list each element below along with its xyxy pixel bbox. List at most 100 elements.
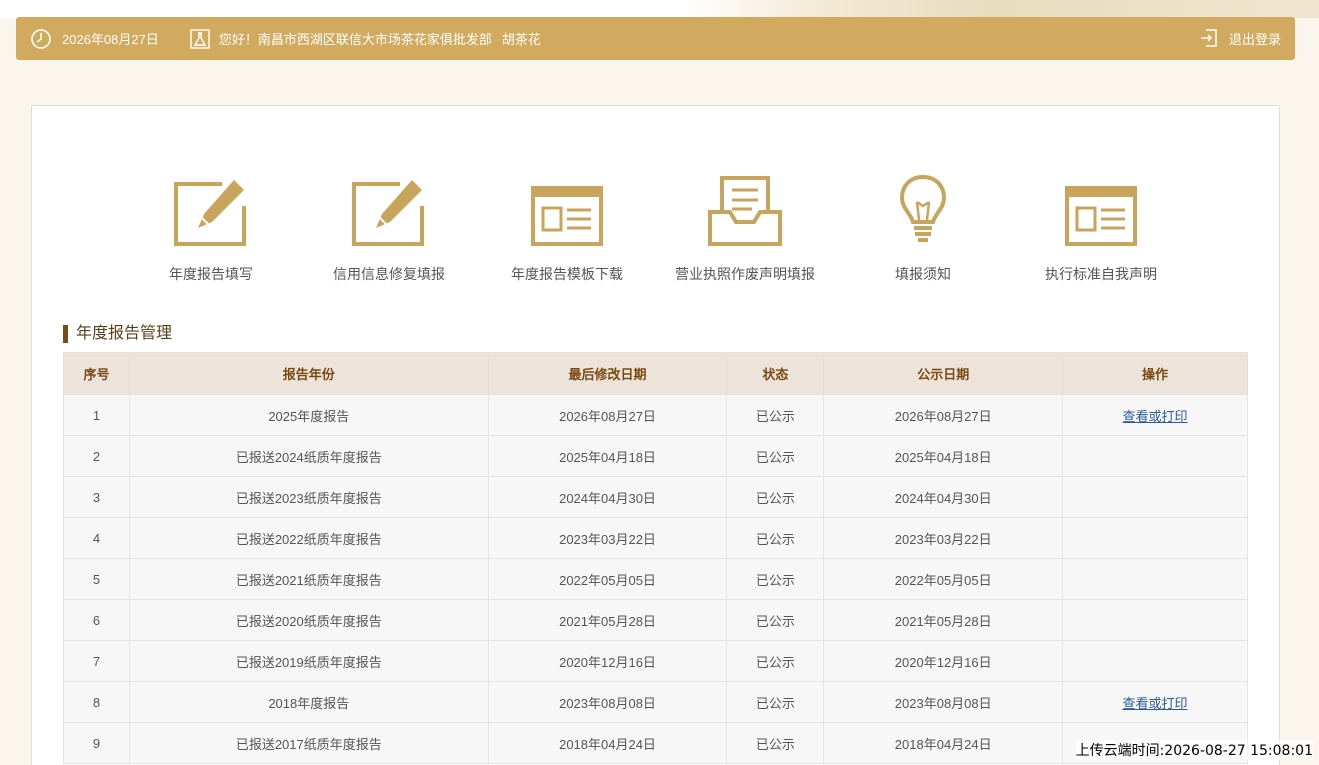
action-cell xyxy=(1062,435,1248,477)
status: 已公示 xyxy=(726,722,825,764)
column-header: 序号 xyxy=(63,352,130,395)
action-cell xyxy=(1062,517,1248,559)
background-decoration xyxy=(0,0,1319,18)
column-header: 状态 xyxy=(726,352,825,395)
status: 已公示 xyxy=(726,640,825,682)
row-number: 5 xyxy=(63,558,130,600)
table-row: 7 已报送2019纸质年度报告 2020年12月16日 已公示 2020年12月… xyxy=(63,640,1248,682)
table-row: 8 2018年度报告 2023年08月08日 已公示 2023年08月08日 查… xyxy=(63,681,1248,723)
report-year: 2018年度报告 xyxy=(128,681,489,723)
menu-label: 信用信息修复填报 xyxy=(333,266,445,282)
table-row: 4 已报送2022纸质年度报告 2023年03月22日 已公示 2023年03月… xyxy=(63,517,1248,559)
report-year: 2025年度报告 xyxy=(128,394,489,436)
current-date: 2026年08月27日 xyxy=(62,32,159,47)
report-year: 已报送2017纸质年度报告 xyxy=(128,722,489,764)
main-panel: 年度报告填写 信用信息修复填报 年度报告模板下载 营业执照作废声明填报 填报须知 xyxy=(31,105,1280,765)
modified-date: 2018年04月24日 xyxy=(487,722,728,764)
publish-date: 2018年04月24日 xyxy=(823,722,1064,764)
modified-date: 2022年05月05日 xyxy=(487,558,728,600)
table-row: 5 已报送2021纸质年度报告 2022年05月05日 已公示 2022年05月… xyxy=(63,558,1248,600)
clock-icon xyxy=(30,28,52,50)
status: 已公示 xyxy=(726,435,825,477)
row-number: 3 xyxy=(63,476,130,518)
status: 已公示 xyxy=(726,517,825,559)
view-print-link[interactable]: 查看或打印 xyxy=(1123,409,1188,424)
upload-timestamp: 上传云端时间:2026-08-27 15:08:01 xyxy=(1075,740,1313,760)
top-bar: 2026年08月27日 您好！南昌市西湖区联信大市场茶花家俱批发部 胡茶花 退出… xyxy=(16,17,1295,60)
action-cell xyxy=(1062,558,1248,600)
menu-annual-report-fill[interactable]: 年度报告填写 xyxy=(121,170,301,284)
publish-date: 2024年04月30日 xyxy=(823,476,1064,518)
annual-report-table: 序号 报告年份 最后修改日期 状态 公示日期 操作 1 2025年度报告 202… xyxy=(63,352,1248,764)
template-icon xyxy=(477,170,657,246)
modified-date: 2024年04月30日 xyxy=(487,476,728,518)
menu-license-void[interactable]: 营业执照作废声明填报 xyxy=(655,170,835,284)
date-display: 2026年08月27日 xyxy=(30,28,159,50)
row-number: 1 xyxy=(63,394,130,436)
menu-filing-notice[interactable]: 填报须知 xyxy=(833,170,1013,284)
menu-label: 营业执照作废声明填报 xyxy=(675,266,815,282)
report-year: 已报送2019纸质年度报告 xyxy=(128,640,489,682)
row-number: 2 xyxy=(63,435,130,477)
row-number: 4 xyxy=(63,517,130,559)
status: 已公示 xyxy=(726,558,825,600)
column-header: 公示日期 xyxy=(823,352,1064,395)
greeting-text: 您好！南昌市西湖区联信大市场茶花家俱批发部 xyxy=(218,32,492,47)
status: 已公示 xyxy=(726,394,825,436)
modified-date: 2021年05月28日 xyxy=(487,599,728,641)
logout-button[interactable]: 退出登录 xyxy=(1198,27,1281,49)
publish-date: 2020年12月16日 xyxy=(823,640,1064,682)
publish-date: 2025年04月18日 xyxy=(823,435,1064,477)
menu-credit-repair[interactable]: 信用信息修复填报 xyxy=(299,170,479,284)
flask-icon xyxy=(189,28,211,50)
row-number: 6 xyxy=(63,599,130,641)
edit-icon xyxy=(121,170,301,246)
user-info: 您好！南昌市西湖区联信大市场茶花家俱批发部 胡茶花 xyxy=(189,28,541,50)
column-header: 操作 xyxy=(1062,352,1248,395)
modified-date: 2023年03月22日 xyxy=(487,517,728,559)
action-cell xyxy=(1062,599,1248,641)
publish-date: 2022年05月05日 xyxy=(823,558,1064,600)
menu-label: 填报须知 xyxy=(895,266,951,282)
status: 已公示 xyxy=(726,599,825,641)
publish-date: 2026年08月27日 xyxy=(823,394,1064,436)
column-header: 报告年份 xyxy=(128,352,489,395)
table-header-row: 序号 报告年份 最后修改日期 状态 公示日期 操作 xyxy=(63,352,1248,395)
modified-date: 2023年08月08日 xyxy=(487,681,728,723)
report-year: 已报送2023纸质年度报告 xyxy=(128,476,489,518)
publish-date: 2023年08月08日 xyxy=(823,681,1064,723)
publish-date: 2021年05月28日 xyxy=(823,599,1064,641)
view-print-link[interactable]: 查看或打印 xyxy=(1123,696,1188,711)
menu-label: 年度报告模板下载 xyxy=(511,266,623,282)
table-row: 9 已报送2017纸质年度报告 2018年04月24日 已公示 2018年04月… xyxy=(63,722,1248,764)
modified-date: 2020年12月16日 xyxy=(487,640,728,682)
lightbulb-icon xyxy=(833,170,1013,246)
row-number: 9 xyxy=(63,722,130,764)
modified-date: 2025年04月18日 xyxy=(487,435,728,477)
menu-label: 执行标准自我声明 xyxy=(1045,266,1157,282)
table-row: 1 2025年度报告 2026年08月27日 已公示 2026年08月27日 查… xyxy=(63,394,1248,436)
action-cell xyxy=(1062,476,1248,518)
modified-date: 2026年08月27日 xyxy=(487,394,728,436)
status: 已公示 xyxy=(726,681,825,723)
function-menu: 年度报告填写 信用信息修复填报 年度报告模板下载 营业执照作废声明填报 填报须知 xyxy=(32,106,1281,306)
user-name: 胡茶花 xyxy=(501,32,541,47)
action-cell: 查看或打印 xyxy=(1062,681,1248,723)
menu-template-download[interactable]: 年度报告模板下载 xyxy=(477,170,657,284)
report-year: 已报送2022纸质年度报告 xyxy=(128,517,489,559)
menu-standard-declaration[interactable]: 执行标准自我声明 xyxy=(1011,170,1191,284)
template-icon xyxy=(1011,170,1191,246)
action-cell: 查看或打印 xyxy=(1062,394,1248,436)
row-number: 8 xyxy=(63,681,130,723)
column-header: 最后修改日期 xyxy=(487,352,728,395)
action-cell xyxy=(1062,640,1248,682)
edit-icon xyxy=(299,170,479,246)
section-title: 年度报告管理 xyxy=(63,325,172,343)
logout-label: 退出登录 xyxy=(1228,31,1281,47)
menu-label: 年度报告填写 xyxy=(169,266,253,282)
report-year: 已报送2020纸质年度报告 xyxy=(128,599,489,641)
table-row: 3 已报送2023纸质年度报告 2024年04月30日 已公示 2024年04月… xyxy=(63,476,1248,518)
table-row: 6 已报送2020纸质年度报告 2021年05月28日 已公示 2021年05月… xyxy=(63,599,1248,641)
row-number: 7 xyxy=(63,640,130,682)
inbox-document-icon xyxy=(655,170,835,246)
